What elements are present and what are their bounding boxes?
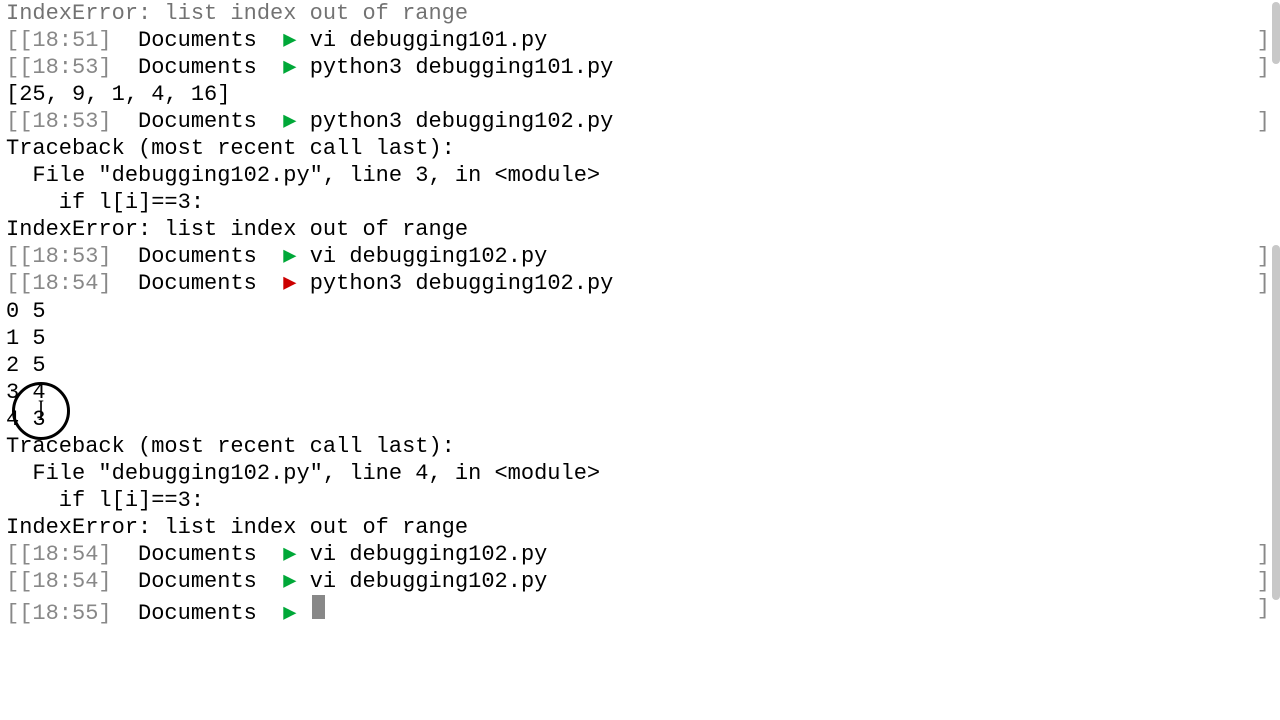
output-text: File "debugging102.py", line 4, in <modu… <box>6 460 600 487</box>
timestamp: [18:54] <box>19 568 111 595</box>
terminal-output[interactable]: IndexError: list index out of range[[18:… <box>6 0 1274 627</box>
prompt-bracket: ] <box>1257 541 1270 568</box>
prompt-location: Documents <box>138 568 257 595</box>
prompt-bracket: ] <box>1257 243 1270 270</box>
command-text: python3 debugging102.py <box>310 108 614 135</box>
prompt-location: Documents <box>138 54 257 81</box>
output-line: 4 3 <box>6 406 1274 433</box>
output-text: Traceback (most recent call last): <box>6 433 455 460</box>
prompt-location: Documents <box>138 27 257 54</box>
output-line: Traceback (most recent call last): <box>6 135 1274 162</box>
timestamp: [18:53] <box>19 54 111 81</box>
prompt-line: [[18:53] Documents ▶ vi debugging102.py] <box>6 243 1274 270</box>
output-line: 3 4 <box>6 379 1274 406</box>
output-text: if l[i]==3: <box>6 487 204 514</box>
timestamp: [18:51] <box>19 27 111 54</box>
output-text: IndexError: list index out of range <box>6 0 468 27</box>
output-text: 1 5 <box>6 325 46 352</box>
prompt-bracket: ] <box>1257 54 1270 81</box>
prompt-bracket: ] <box>1257 27 1270 54</box>
prompt-bracket: [ <box>6 27 19 54</box>
output-text: IndexError: list index out of range <box>6 514 468 541</box>
output-text: 0 5 <box>6 298 46 325</box>
prompt-line: [[18:54] Documents ▶ vi debugging102.py] <box>6 568 1274 595</box>
timestamp: [18:53] <box>19 108 111 135</box>
output-text: 3 4 <box>6 379 46 406</box>
output-line: File "debugging102.py", line 3, in <modu… <box>6 162 1274 189</box>
output-line: File "debugging102.py", line 4, in <modu… <box>6 460 1274 487</box>
prompt-arrow-icon: ▶ <box>283 541 296 568</box>
prompt-line: [[18:53] Documents ▶ python3 debugging10… <box>6 108 1274 135</box>
output-line: Traceback (most recent call last): <box>6 433 1274 460</box>
scrollbar-segment[interactable] <box>1272 245 1280 600</box>
prompt-location: Documents <box>138 108 257 135</box>
output-line: IndexError: list index out of range <box>6 216 1274 243</box>
prompt-bracket: ] <box>1257 270 1270 297</box>
prompt-line: [[18:54] Documents ▶ python3 debugging10… <box>6 270 1274 297</box>
command-text: python3 debugging102.py <box>310 270 614 297</box>
command-text: vi debugging102.py <box>310 243 548 270</box>
scrollbar-segment[interactable] <box>1272 2 1280 64</box>
output-text: [25, 9, 1, 4, 16] <box>6 81 230 108</box>
prompt-bracket: [ <box>6 270 19 297</box>
output-line: [25, 9, 1, 4, 16] <box>6 81 1274 108</box>
prompt-line: [[18:51] Documents ▶ vi debugging101.py] <box>6 27 1274 54</box>
command-text: vi debugging101.py <box>310 27 548 54</box>
output-line: if l[i]==3: <box>6 487 1274 514</box>
prompt-arrow-icon: ▶ <box>283 108 296 135</box>
prompt-arrow-icon: ▶ <box>283 54 296 81</box>
prompt-arrow-icon: ▶ <box>283 600 296 627</box>
prompt-line: [[18:54] Documents ▶ vi debugging102.py] <box>6 541 1274 568</box>
command-text: vi debugging102.py <box>310 568 548 595</box>
prompt-bracket: ] <box>1257 595 1270 622</box>
output-line: IndexError: list index out of range <box>6 0 1274 27</box>
output-text: if l[i]==3: <box>6 189 204 216</box>
output-text: 2 5 <box>6 352 46 379</box>
command-text: vi debugging102.py <box>310 541 548 568</box>
output-text: 4 3 <box>6 406 46 433</box>
prompt-bracket: [ <box>6 54 19 81</box>
prompt-bracket: ] <box>1257 108 1270 135</box>
prompt-bracket: [ <box>6 600 19 627</box>
output-text: File "debugging102.py", line 3, in <modu… <box>6 162 600 189</box>
prompt-arrow-icon: ▶ <box>283 270 296 297</box>
timestamp: [18:54] <box>19 541 111 568</box>
prompt-line: [[18:55] Documents ▶ ] <box>6 595 1274 627</box>
prompt-bracket: ] <box>1257 568 1270 595</box>
prompt-arrow-icon: ▶ <box>283 243 296 270</box>
output-line: if l[i]==3: <box>6 189 1274 216</box>
timestamp: [18:54] <box>19 270 111 297</box>
timestamp: [18:55] <box>19 600 111 627</box>
prompt-bracket: [ <box>6 568 19 595</box>
output-line: 1 5 <box>6 325 1274 352</box>
prompt-bracket: [ <box>6 243 19 270</box>
prompt-line: [[18:53] Documents ▶ python3 debugging10… <box>6 54 1274 81</box>
prompt-location: Documents <box>138 270 257 297</box>
output-text: Traceback (most recent call last): <box>6 135 455 162</box>
prompt-arrow-icon: ▶ <box>283 27 296 54</box>
prompt-arrow-icon: ▶ <box>283 568 296 595</box>
prompt-bracket: [ <box>6 541 19 568</box>
command-text: python3 debugging101.py <box>310 54 614 81</box>
timestamp: [18:53] <box>19 243 111 270</box>
prompt-location: Documents <box>138 243 257 270</box>
output-line: IndexError: list index out of range <box>6 514 1274 541</box>
cursor-block[interactable] <box>312 595 325 619</box>
prompt-location: Documents <box>138 541 257 568</box>
prompt-location: Documents <box>138 600 257 627</box>
output-text: IndexError: list index out of range <box>6 216 468 243</box>
prompt-bracket: [ <box>6 108 19 135</box>
output-line: 0 5 <box>6 298 1274 325</box>
output-line: 2 5 <box>6 352 1274 379</box>
